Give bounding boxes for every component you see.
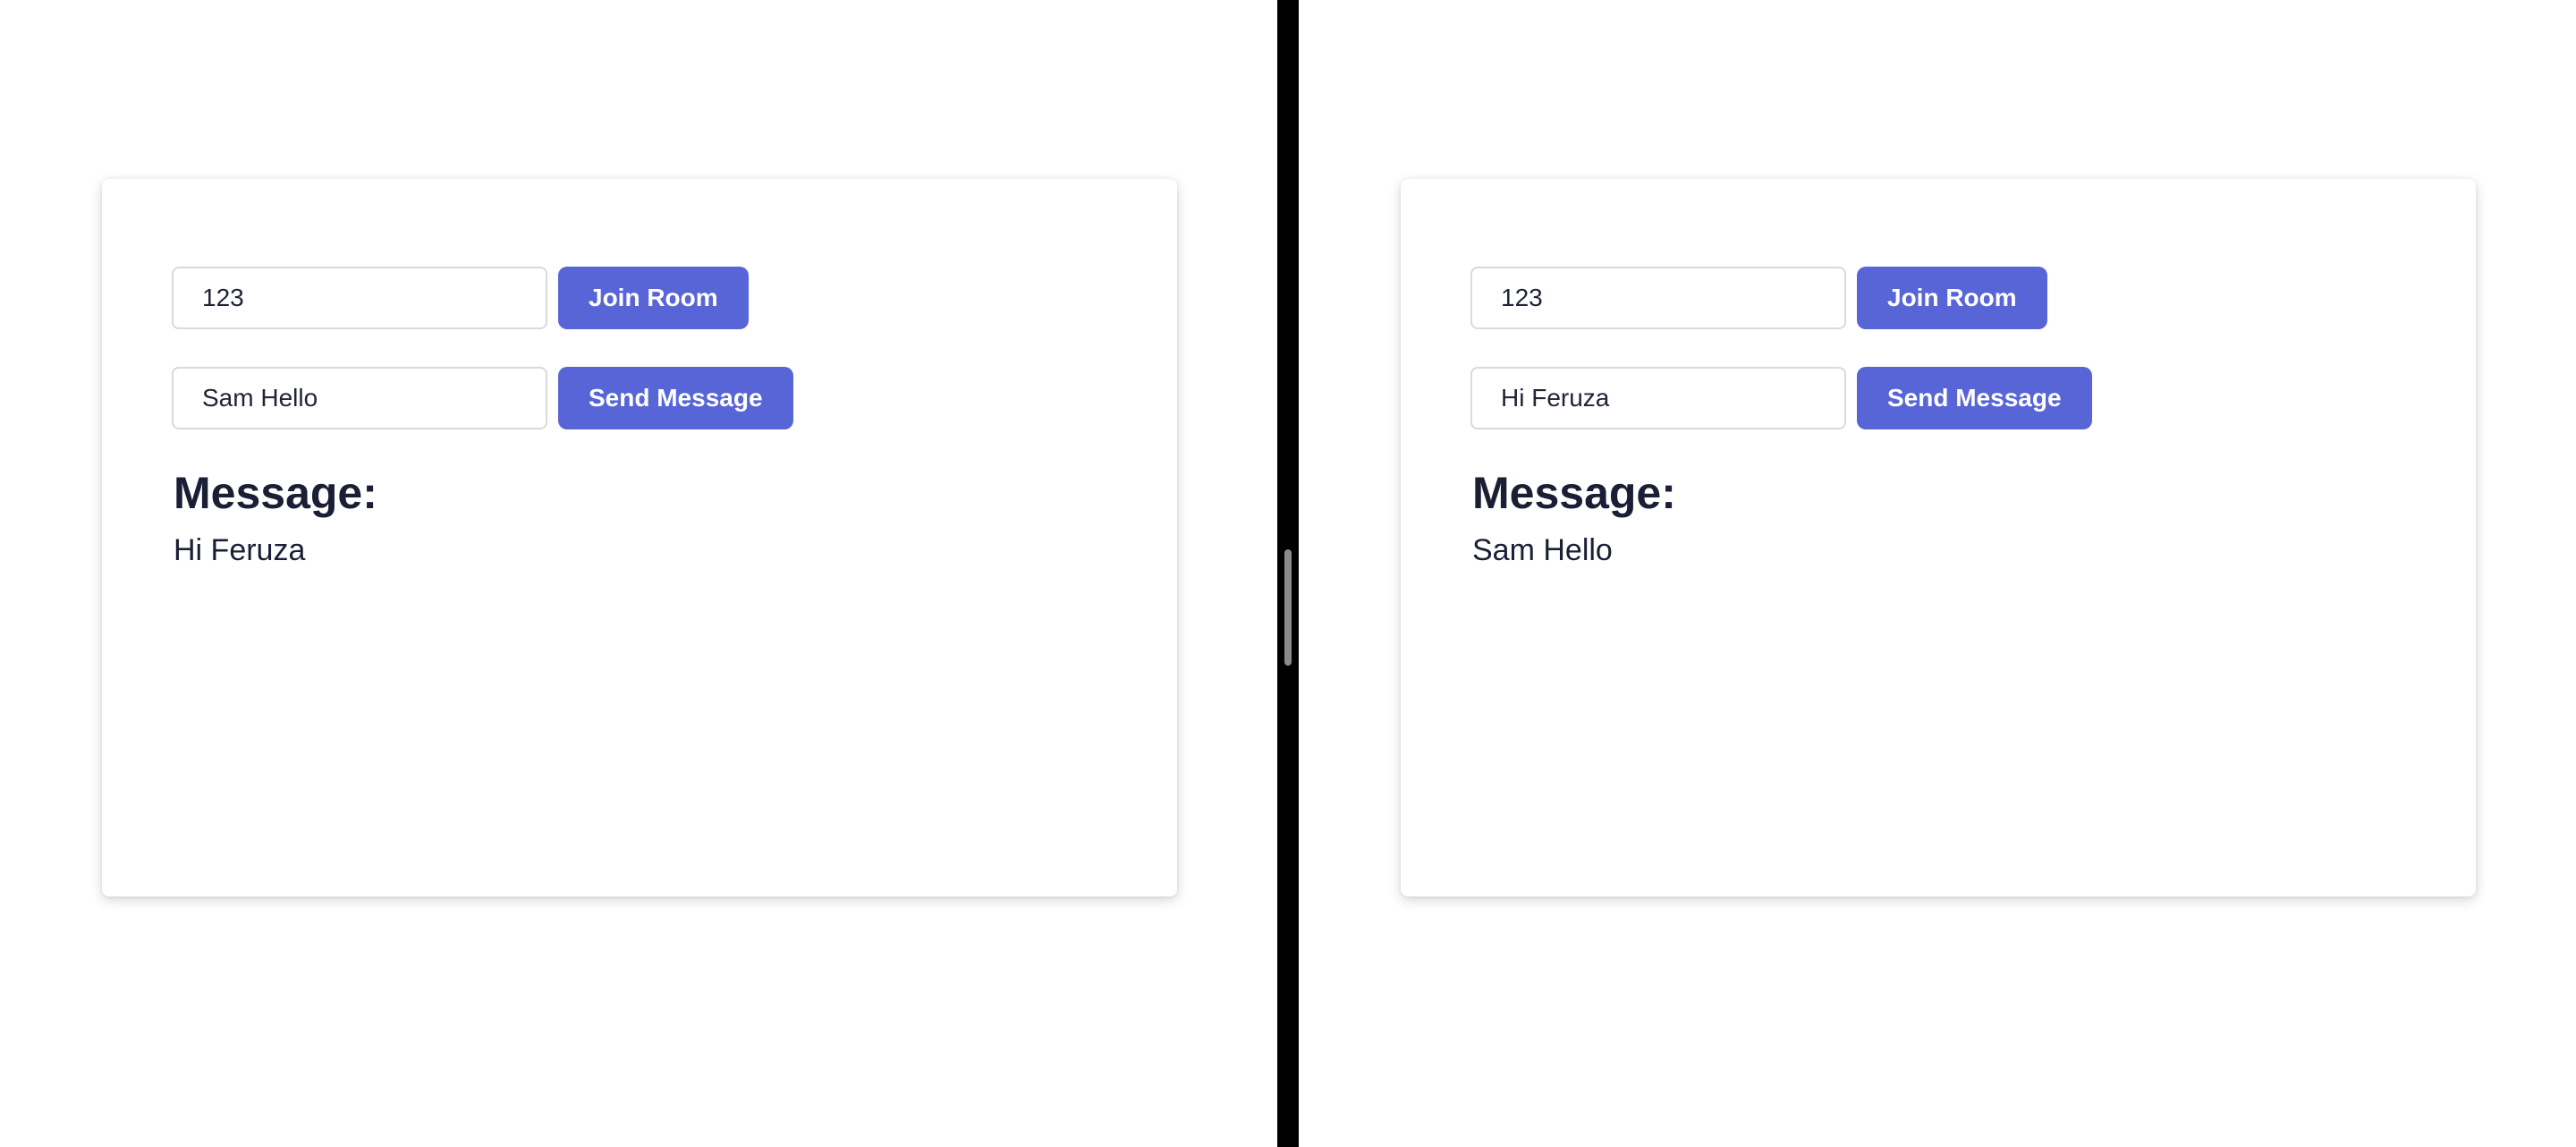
message-row: Send Message <box>1470 367 2092 429</box>
received-message: Hi Feruza <box>174 533 306 567</box>
message-row: Send Message <box>172 367 793 429</box>
split-screen: Join Room Send Message Message: Hi Feruz… <box>0 0 2576 1147</box>
room-input[interactable] <box>1470 267 1846 329</box>
message-input[interactable] <box>172 367 547 429</box>
left-window: Join Room Send Message Message: Hi Feruz… <box>0 0 1277 1147</box>
room-row: Join Room <box>1470 267 2047 329</box>
room-row: Join Room <box>172 267 749 329</box>
room-input[interactable] <box>172 267 547 329</box>
message-heading: Message: <box>174 468 377 518</box>
divider-handle[interactable] <box>1284 549 1292 666</box>
join-room-button[interactable]: Join Room <box>1857 267 2047 329</box>
chat-card: Join Room Send Message Message: Sam Hell… <box>1401 179 2476 896</box>
received-message: Sam Hello <box>1472 533 1613 567</box>
message-heading: Message: <box>1472 468 1676 518</box>
send-message-button[interactable]: Send Message <box>1857 367 2092 429</box>
window-divider[interactable] <box>1277 0 1299 1147</box>
chat-card: Join Room Send Message Message: Hi Feruz… <box>102 179 1177 896</box>
send-message-button[interactable]: Send Message <box>558 367 793 429</box>
join-room-button[interactable]: Join Room <box>558 267 749 329</box>
message-input[interactable] <box>1470 367 1846 429</box>
right-window: Join Room Send Message Message: Sam Hell… <box>1299 0 2576 1147</box>
